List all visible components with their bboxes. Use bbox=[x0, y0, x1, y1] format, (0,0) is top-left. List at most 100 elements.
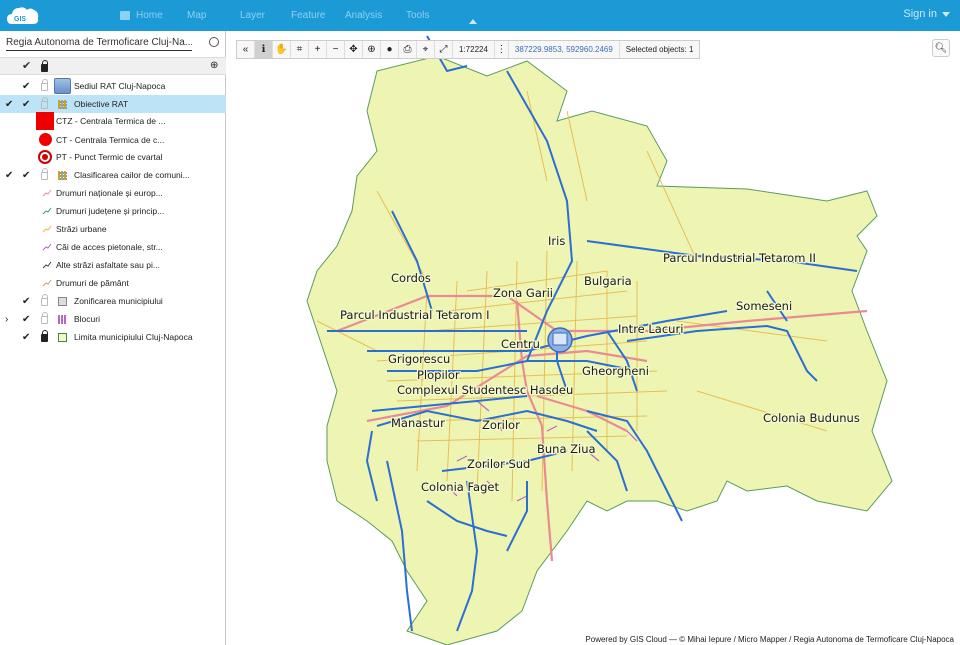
visible-check-icon[interactable]: ✔ bbox=[22, 99, 30, 110]
label-zona-garii: Zona Garii bbox=[493, 286, 553, 300]
zoom-in-button[interactable]: + bbox=[309, 41, 327, 58]
map-attribution: Powered by GIS Cloud — © Mihai Iepure / … bbox=[581, 634, 958, 645]
label-zorilor-sud: Zorilor Sud bbox=[467, 457, 530, 471]
layer-label: Sediul RAT Cluj-Napoca bbox=[74, 81, 166, 91]
sediul-rat-marker[interactable] bbox=[547, 327, 573, 353]
layer-label: Zonificarea municipiului bbox=[74, 296, 163, 306]
visible-check-icon[interactable]: ✔ bbox=[22, 170, 30, 181]
nav-tools[interactable]: Tools bbox=[406, 10, 446, 21]
label-someseni: Someseni bbox=[736, 299, 792, 313]
road-line-icon bbox=[42, 189, 52, 197]
unlock-icon[interactable] bbox=[41, 79, 48, 91]
check-all-icon[interactable]: ✔ bbox=[22, 59, 31, 72]
road-line-icon bbox=[42, 243, 52, 251]
collapse-toolbar-icon[interactable] bbox=[469, 19, 477, 24]
label-intre-lacuri: Intre Lacuri bbox=[618, 322, 683, 336]
sign-in-button[interactable]: Sign in bbox=[903, 8, 950, 20]
legend-label: CTZ - Centrala Termica de ... bbox=[56, 116, 166, 126]
label-colonia-budunus: Colonia Budunus bbox=[763, 411, 860, 425]
legend-label: Drumuri naționale și europ... bbox=[56, 188, 163, 198]
move-tool-button[interactable]: ✥ bbox=[345, 41, 363, 58]
layer-row-sediul[interactable]: ✔ Sediul RAT Cluj-Napoca bbox=[0, 77, 226, 95]
road-line-icon bbox=[42, 225, 52, 233]
unlock-icon[interactable] bbox=[41, 294, 48, 306]
more-options-icon[interactable]: ⋮ bbox=[495, 41, 509, 58]
legend-item-pt: PT - Punct Termic de cvartal bbox=[0, 148, 226, 166]
crop-tool-button[interactable]: ⌗ bbox=[291, 41, 309, 58]
zoom-box-button[interactable]: ⊕ bbox=[363, 41, 381, 58]
chevron-down-icon[interactable]: ✔ bbox=[5, 170, 13, 181]
nav-feature[interactable]: Feature bbox=[291, 10, 345, 21]
red-square-icon bbox=[36, 112, 54, 130]
collapse-toolbar-button[interactable]: « bbox=[237, 41, 255, 58]
gis-cloud-logo[interactable]: GIS bbox=[6, 4, 40, 28]
legend-item-ct: CT - Centrala Termica de c... bbox=[0, 131, 226, 149]
nav-layer[interactable]: Layer bbox=[240, 10, 291, 21]
label-buna-ziua: Buna Ziua bbox=[537, 442, 596, 456]
project-title[interactable]: Regia Autonoma de Termoficare Cluj-Na... bbox=[6, 37, 192, 51]
label-bulgaria: Bulgaria bbox=[584, 274, 632, 288]
label-tetarom-2: Parcul Industrial Tetarom II bbox=[663, 251, 816, 265]
polygon-layer-icon bbox=[58, 333, 67, 342]
layer-row-zonificarea[interactable]: ✔ Zonificarea municipiului bbox=[0, 292, 226, 310]
layer-panel: Regia Autonoma de Termoficare Cluj-Na...… bbox=[0, 31, 226, 645]
nav-home[interactable]: Home bbox=[120, 10, 187, 21]
group-layer-icon bbox=[58, 315, 67, 324]
lock-icon[interactable] bbox=[41, 330, 48, 342]
visible-check-icon[interactable]: ✔ bbox=[22, 332, 30, 343]
road-line-icon bbox=[42, 207, 52, 215]
selected-objects-count[interactable]: Selected objects: 1 bbox=[620, 41, 700, 58]
print-button[interactable]: ⎙ bbox=[399, 41, 417, 58]
legend-item-strazi-urbane: Străzi urbane bbox=[0, 220, 226, 238]
nav-analysis[interactable]: Analysis bbox=[345, 10, 406, 21]
label-centru: Centru bbox=[501, 337, 540, 351]
layer-label: Clasificarea cailor de comuni... bbox=[74, 170, 190, 180]
pan-tool-button[interactable]: ✋ bbox=[273, 41, 291, 58]
nav-map[interactable]: Map bbox=[187, 10, 240, 21]
search-button[interactable]: 🔍︎ bbox=[932, 39, 950, 57]
map-view[interactable]: Iris Parcul Industrial Tetarom II Cordos… bbox=[227, 31, 960, 645]
label-zorilor: Zorilor bbox=[482, 418, 520, 432]
group-layer-icon bbox=[58, 171, 67, 180]
visible-check-icon[interactable]: ✔ bbox=[22, 314, 30, 325]
globe-icon[interactable] bbox=[209, 37, 219, 47]
legend-item-drumuri-judetene: Drumuri județene și princip... bbox=[0, 202, 226, 220]
layer-row-blocuri[interactable]: › ✔ Blocuri bbox=[0, 310, 226, 328]
chevron-down-icon[interactable]: ✔ bbox=[5, 99, 13, 110]
legend-item-alte-strazi: Alte străzi asfaltate sau pi... bbox=[0, 256, 226, 274]
info-tool-button[interactable]: ℹ bbox=[255, 41, 273, 58]
zoom-layer-icon[interactable]: ⊕ bbox=[210, 60, 218, 71]
red-circle-icon bbox=[39, 133, 52, 146]
visible-check-icon[interactable]: ✔ bbox=[22, 81, 30, 92]
legend-item-cai-acces: Căi de acces pietonale, str... bbox=[0, 238, 226, 256]
chevron-right-icon[interactable]: › bbox=[5, 314, 8, 325]
main-nav: Home Map Layer Feature Analysis Tools bbox=[120, 0, 446, 31]
legend-label: Străzi urbane bbox=[56, 224, 107, 234]
layer-row-limita[interactable]: ✔ Limita municipiului Cluj-Napoca bbox=[0, 328, 226, 346]
unlock-icon[interactable] bbox=[41, 312, 48, 324]
zoom-out-button[interactable]: − bbox=[327, 41, 345, 58]
visible-check-icon[interactable]: ✔ bbox=[22, 296, 30, 307]
location-pin-button[interactable]: ⌖ bbox=[417, 41, 435, 58]
map-canvas[interactable]: Iris Parcul Industrial Tetarom II Cordos… bbox=[227, 31, 960, 645]
building-icon bbox=[54, 78, 71, 94]
label-gheorgheni: Gheorgheni bbox=[582, 364, 649, 378]
label-cordos: Cordos bbox=[391, 271, 431, 285]
unlock-icon[interactable] bbox=[41, 168, 48, 180]
group-layer-icon bbox=[58, 100, 67, 109]
globe-button[interactable]: ● bbox=[381, 41, 399, 58]
layer-label: Limita municipiului Cluj-Napoca bbox=[74, 332, 193, 342]
layer-row-clasificarea[interactable]: ✔ ✔ Clasificarea cailor de comuni... bbox=[0, 166, 226, 184]
label-plopilor: Plopilor bbox=[417, 368, 460, 382]
lock-all-icon[interactable] bbox=[41, 60, 48, 72]
home-icon bbox=[120, 11, 130, 20]
legend-label: PT - Punct Termic de cvartal bbox=[56, 152, 163, 162]
polygon-layer-icon bbox=[58, 297, 67, 306]
scale-readout[interactable]: 1:72224 bbox=[453, 41, 495, 58]
chevron-down-icon bbox=[942, 11, 950, 17]
fullscreen-button[interactable]: ⤢ bbox=[435, 41, 453, 58]
label-iris: Iris bbox=[548, 234, 565, 248]
label-grigorescu: Grigorescu bbox=[388, 352, 450, 366]
unlock-icon[interactable] bbox=[41, 97, 48, 109]
svg-text:GIS: GIS bbox=[14, 16, 26, 23]
